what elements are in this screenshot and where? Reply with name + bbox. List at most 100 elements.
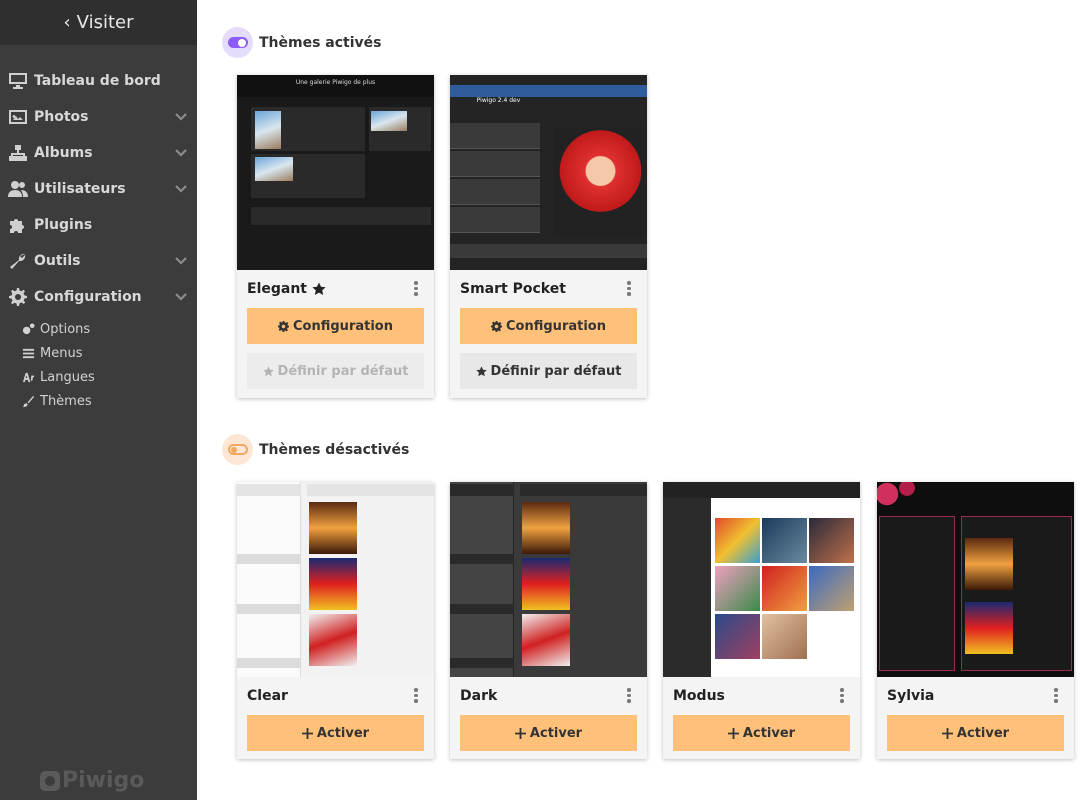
theme-name: Clear	[237, 677, 434, 715]
plus-icon	[301, 727, 313, 739]
star-icon	[312, 282, 326, 296]
wrench-icon	[7, 252, 28, 270]
submenu-item-menus[interactable]: Menus	[0, 341, 197, 365]
activate-button[interactable]: Activer	[247, 715, 424, 751]
theme-thumbnail[interactable]	[663, 482, 860, 677]
theme-thumbnail[interactable]	[877, 482, 1074, 677]
sidebar-item-label: Photos	[34, 109, 89, 125]
theme-card-modus: Modus Activer	[663, 482, 860, 759]
sidebar-item-label: Utilisateurs	[34, 181, 126, 197]
image-icon	[7, 108, 28, 126]
chevron-down-icon	[175, 146, 187, 158]
sidebar-item-dashboard[interactable]: Tableau de bord	[0, 63, 197, 99]
thumbnail-title: Piwigo 2.4 dev	[476, 97, 521, 104]
sidebar-item-users[interactable]: Utilisateurs	[0, 171, 197, 207]
sidebar-item-label: Configuration	[34, 289, 142, 305]
language-icon	[20, 370, 36, 384]
theme-name-text: Sylvia	[887, 688, 935, 704]
sidebar-item-label: Tableau de bord	[34, 73, 161, 89]
gear-icon	[278, 320, 290, 332]
more-options-icon[interactable]	[627, 688, 631, 703]
brush-icon	[20, 394, 36, 408]
theme-name-text: Elegant	[247, 281, 307, 297]
gears-icon	[20, 322, 36, 336]
toggle-on-icon	[222, 27, 253, 58]
button-label: Configuration	[506, 318, 606, 334]
section-title: Thèmes activés	[259, 34, 382, 51]
button-label: Activer	[742, 725, 796, 741]
more-options-icon[interactable]	[414, 281, 418, 296]
button-label: Définir par défaut	[277, 363, 409, 379]
chevron-down-icon	[175, 182, 187, 194]
visit-link[interactable]: ‹ Visiter	[0, 0, 197, 45]
submenu-item-themes[interactable]: Thèmes	[0, 389, 197, 413]
theme-thumbnail[interactable]	[237, 482, 434, 677]
theme-card-elegant: Une galerie Piwigo de plus Elegant Confi…	[237, 75, 434, 398]
chevron-down-icon	[175, 110, 187, 122]
logo-text: Piwigo	[62, 768, 145, 793]
inactive-themes-heading: Thèmes désactivés	[222, 434, 409, 465]
submenu-item-options[interactable]: Options	[0, 317, 197, 341]
more-options-icon[interactable]	[1054, 688, 1058, 703]
users-icon	[7, 180, 28, 198]
theme-name: Dark	[450, 677, 647, 715]
theme-thumbnail[interactable]: Une galerie Piwigo de plus	[237, 75, 434, 270]
theme-name: Elegant	[237, 270, 434, 308]
submenu-item-languages[interactable]: Langues	[0, 365, 197, 389]
button-label: Configuration	[293, 318, 393, 334]
camera-icon	[40, 770, 60, 791]
sidebar: ‹ Visiter Tableau de bord Photos Albums …	[0, 0, 197, 800]
section-title: Thèmes désactivés	[259, 441, 410, 458]
sidebar-item-label: Outils	[34, 253, 81, 269]
theme-card-dark: Dark Activer	[450, 482, 647, 759]
gear-icon	[491, 320, 503, 332]
more-options-icon[interactable]	[627, 281, 631, 296]
theme-thumbnail[interactable]: Piwigo 2.4 dev	[450, 75, 647, 270]
submenu-item-label: Thèmes	[40, 393, 92, 409]
chevron-left-icon: ‹	[63, 12, 71, 33]
plus-icon	[514, 727, 526, 739]
sidebar-item-label: Albums	[34, 145, 93, 161]
sidebar-item-plugins[interactable]: Plugins	[0, 207, 197, 243]
more-options-icon[interactable]	[414, 688, 418, 703]
sitemap-icon	[7, 144, 28, 162]
configuration-button[interactable]: Configuration	[460, 308, 637, 344]
star-icon	[475, 365, 487, 376]
submenu-item-label: Options	[40, 321, 91, 337]
configuration-button[interactable]: Configuration	[247, 308, 424, 344]
chevron-down-icon	[175, 290, 187, 302]
button-label: Activer	[316, 725, 370, 741]
thumbnail-title: Une galerie Piwigo de plus	[237, 75, 434, 97]
more-options-icon[interactable]	[840, 688, 844, 703]
theme-name-text: Smart Pocket	[460, 281, 566, 297]
theme-name-text: Modus	[673, 688, 725, 704]
plus-icon	[941, 727, 953, 739]
theme-name-text: Dark	[460, 688, 498, 704]
theme-name: Smart Pocket	[450, 270, 647, 308]
activate-button[interactable]: Activer	[673, 715, 850, 751]
sidebar-item-configuration[interactable]: Configuration	[0, 279, 197, 315]
theme-card-clear: Clear Activer	[237, 482, 434, 759]
toggle-off-icon	[222, 434, 253, 465]
star-icon	[262, 365, 274, 376]
bars-icon	[20, 346, 36, 360]
theme-name: Sylvia	[877, 677, 1074, 715]
set-default-button[interactable]: Définir par défaut	[460, 353, 637, 389]
submenu-item-label: Langues	[40, 369, 95, 385]
gear-icon	[7, 288, 28, 306]
sidebar-item-tools[interactable]: Outils	[0, 243, 197, 279]
activate-button[interactable]: Activer	[887, 715, 1064, 751]
piwigo-logo: Piwigo	[40, 768, 144, 793]
puzzle-icon	[7, 216, 28, 234]
sidebar-nav: Tableau de bord Photos Albums Utilisateu…	[0, 45, 197, 413]
button-label: Définir par défaut	[490, 363, 622, 379]
sidebar-item-albums[interactable]: Albums	[0, 135, 197, 171]
configuration-submenu: Options Menus Langues Thèmes	[0, 315, 197, 413]
chevron-down-icon	[175, 254, 187, 266]
set-default-button[interactable]: Définir par défaut	[247, 353, 424, 389]
sidebar-item-photos[interactable]: Photos	[0, 99, 197, 135]
theme-name-text: Clear	[247, 688, 288, 704]
sidebar-item-label: Plugins	[34, 217, 93, 233]
activate-button[interactable]: Activer	[460, 715, 637, 751]
theme-thumbnail[interactable]	[450, 482, 647, 677]
